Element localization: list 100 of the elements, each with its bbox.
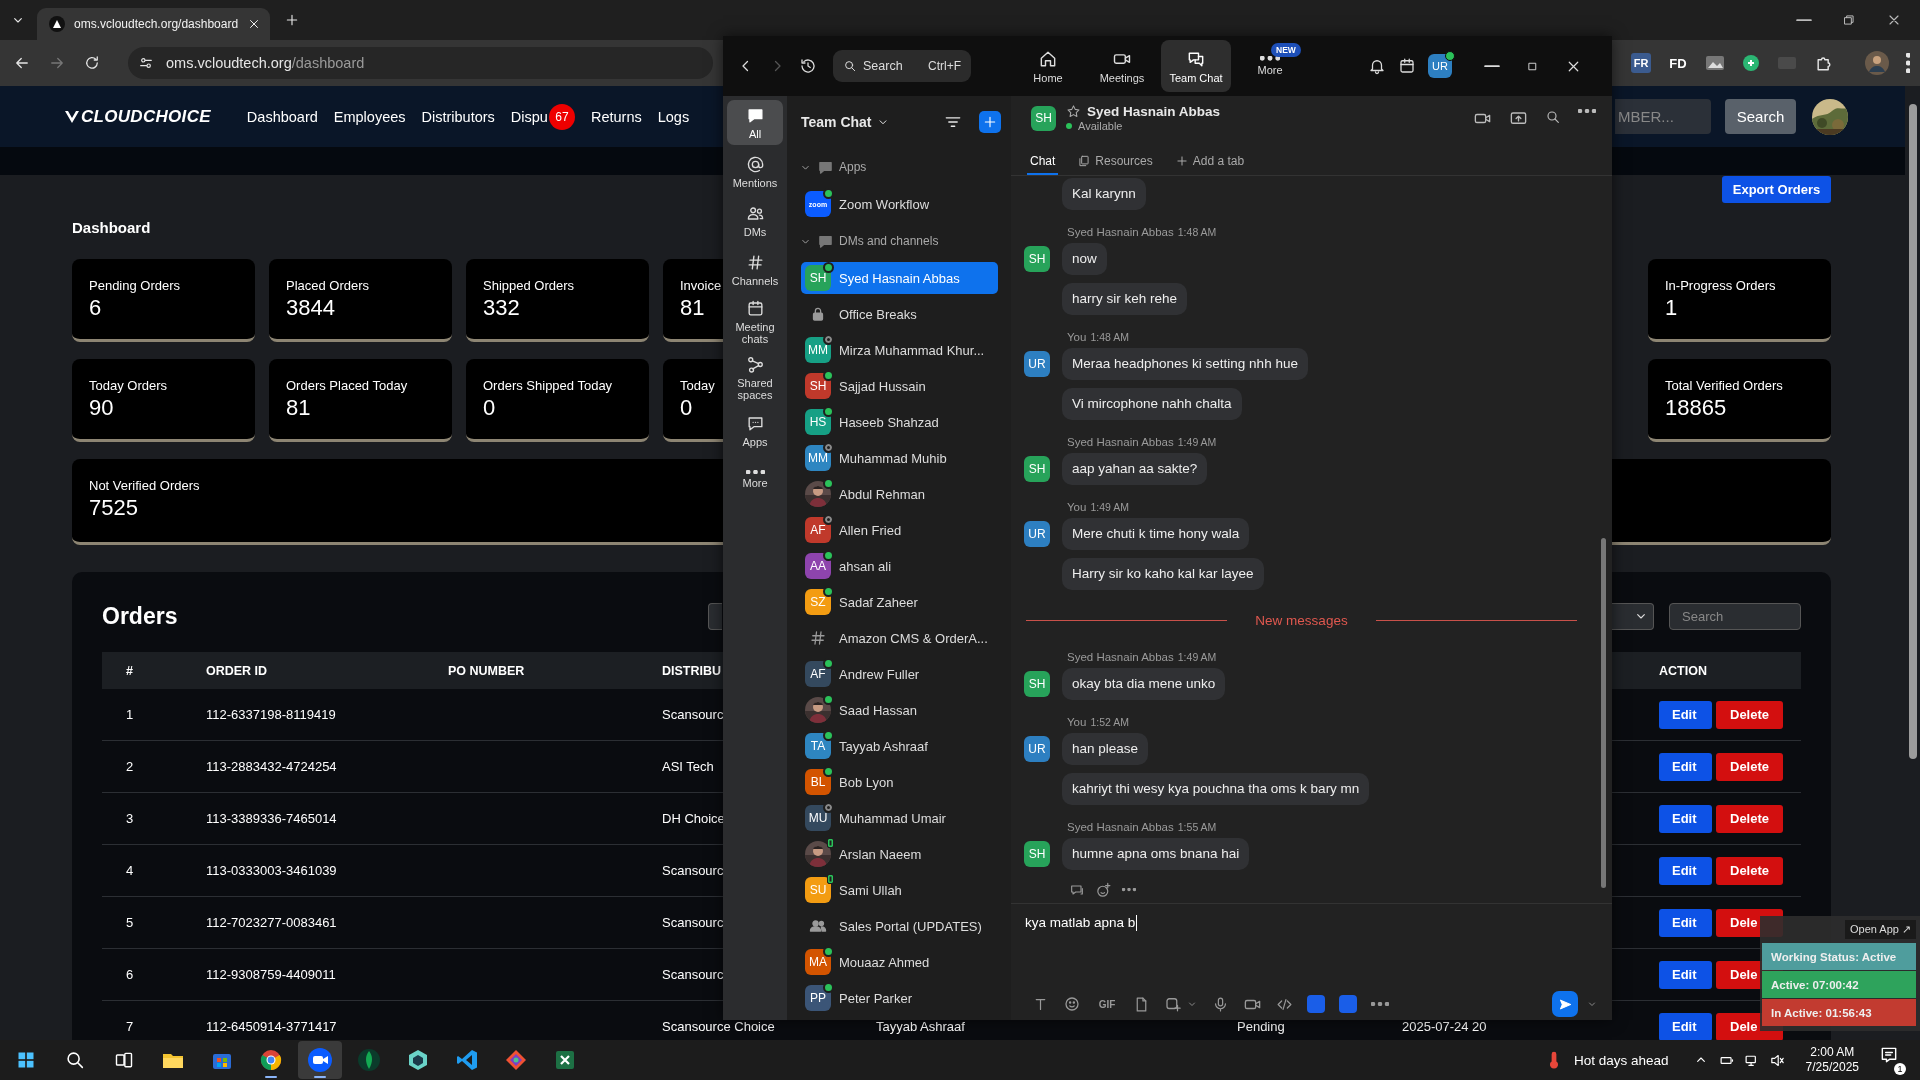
filter-dropdown[interactable] (1612, 602, 1654, 630)
restore-icon[interactable] (1842, 13, 1856, 27)
section-header[interactable]: Apps (787, 148, 1011, 186)
panel-title[interactable]: Team Chat (801, 114, 872, 130)
chat-list-item[interactable]: SH Sajjad Hussain (801, 370, 998, 402)
edit-button[interactable]: Edit (1659, 856, 1712, 885)
extension-icon[interactable] (1705, 53, 1725, 73)
chat-list-item[interactable]: Abdul Rehman (801, 478, 998, 510)
site-info-icon[interactable] (138, 55, 154, 71)
sidebar-tab[interactable]: Channels (727, 247, 783, 292)
message-field[interactable]: kya matlab apna b (1025, 914, 1598, 932)
new-chat-button[interactable] (979, 111, 1001, 133)
address-bar[interactable]: oms.vcloudtech.org/dashboard (128, 47, 713, 79)
start-icon[interactable] (16, 1050, 36, 1070)
chat-tab[interactable]: Chat (1027, 149, 1059, 175)
notifications-button[interactable]: 1 (1879, 1045, 1906, 1075)
search-button[interactable]: Search (1725, 99, 1796, 134)
delete-button[interactable]: Delete (1716, 856, 1783, 885)
delete-button[interactable]: Delete (1716, 700, 1783, 729)
extension-icon[interactable]: FD (1668, 53, 1688, 73)
reply-icon[interactable] (1069, 882, 1085, 898)
extension-icon[interactable]: FR (1631, 53, 1651, 73)
delete-button[interactable]: Delete (1716, 804, 1783, 833)
chat-list-item[interactable]: AF Andrew Fuller (801, 658, 998, 690)
search-icon[interactable] (64, 1049, 86, 1071)
chat-list-item[interactable]: Arslan Naeem (801, 838, 998, 870)
add-reaction-icon[interactable] (1095, 881, 1112, 899)
new-tab-icon[interactable] (284, 12, 300, 28)
chat-list-item[interactable]: AA ahsan ali (801, 550, 998, 582)
sidebar-tab[interactable]: All (727, 100, 783, 145)
chat-list-item[interactable]: Sales Portal (UPDATES) (801, 910, 998, 942)
edit-button[interactable]: Edit (1659, 908, 1712, 937)
more-icon[interactable] (1578, 108, 1596, 113)
edit-button[interactable]: Edit (1659, 960, 1712, 989)
chat-tab[interactable]: Resources (1074, 149, 1156, 175)
sidebar-tab[interactable]: Mentions (727, 149, 783, 194)
profile-avatar[interactable] (1865, 51, 1889, 75)
menu-icon[interactable] (1906, 53, 1911, 73)
search-icon[interactable] (1545, 108, 1561, 125)
edit-button[interactable]: Edit (1659, 804, 1712, 833)
chat-list-item[interactable]: Office Breaks (801, 298, 998, 330)
nav-link[interactable]: Dispu (510, 108, 548, 125)
nav-link[interactable]: Distributors (421, 108, 495, 125)
search-field[interactable]: Search Ctrl+F (833, 50, 971, 82)
nav-tab[interactable]: Meetings (1087, 40, 1157, 92)
nav-tab[interactable]: Team Chat (1161, 40, 1231, 92)
sidebar-tab[interactable]: More (727, 457, 783, 502)
chat-list-item[interactable]: SU Sami Ullah (801, 874, 998, 906)
sidebar-tab[interactable]: Meeting chats (727, 296, 783, 348)
section-header[interactable]: DMs and channels (787, 222, 1011, 260)
send-button[interactable] (1552, 991, 1578, 1017)
chat-list-item[interactable]: Saad Hassan (801, 694, 998, 726)
edit-button[interactable]: Edit (1659, 700, 1712, 729)
screenshot-icon[interactable] (1164, 995, 1182, 1013)
chat-list-item[interactable]: SZ Sadaf Zaheer (801, 586, 998, 618)
open-app-link[interactable]: Open App ↗ (1845, 920, 1916, 939)
reload-icon[interactable] (83, 54, 101, 72)
edit-button[interactable]: Edit (1659, 752, 1712, 781)
filter-field[interactable] (708, 602, 722, 630)
nav-link[interactable]: Employees (333, 108, 406, 125)
nav-link[interactable]: Dashboard (246, 108, 318, 125)
delete-button[interactable]: Delete (1716, 752, 1783, 781)
sidebar-tab[interactable]: Shared spaces (727, 352, 783, 404)
export-button[interactable]: Export Orders (1722, 176, 1831, 203)
search-field[interactable]: MBER... (1615, 99, 1711, 134)
chat-list-item[interactable]: PP Peter Parker (801, 982, 998, 1014)
more-icon[interactable] (1371, 1002, 1389, 1006)
calendar-icon[interactable] (1398, 57, 1416, 75)
notifications-icon[interactable] (1368, 57, 1386, 75)
search-field[interactable]: Search (1669, 602, 1801, 630)
history-icon[interactable] (799, 57, 817, 75)
chat-list-item[interactable]: BL Bob Lyon (801, 766, 998, 798)
minimize-icon[interactable] (1484, 64, 1500, 68)
minimize-icon[interactable] (1796, 18, 1812, 22)
chat-tab[interactable]: Add a tab (1171, 149, 1248, 175)
emoji-icon[interactable] (1063, 995, 1081, 1013)
task-view-icon[interactable] (114, 1050, 134, 1070)
clock[interactable]: 2:00 AM 7/25/2025 (1805, 1045, 1859, 1075)
microphone-icon[interactable] (1212, 995, 1229, 1013)
edit-button[interactable]: Edit (1659, 1012, 1712, 1041)
gif-button[interactable]: GIF (1095, 998, 1119, 1010)
nav-tab[interactable]: Home (1013, 40, 1083, 92)
browser-tab[interactable]: oms.vcloudtech.org/dashboard (37, 8, 270, 40)
chat-list-item[interactable]: HS Haseeb Shahzad (801, 406, 998, 438)
logo[interactable]: CLOUDCHOICE (64, 106, 211, 127)
chat-list-item[interactable]: MU Muhammad Umair (801, 802, 998, 834)
weather-text[interactable]: Hot days ahead (1574, 1052, 1669, 1068)
more-icon[interactable] (1122, 888, 1136, 892)
sidebar-tab[interactable]: Apps (727, 408, 783, 453)
chat-list-item[interactable]: MA Mouaaz Ahmed (801, 946, 998, 978)
chat-list-item[interactable]: AF Allen Fried (801, 514, 998, 546)
nav-link[interactable]: Logs (657, 108, 690, 125)
scrollbar[interactable] (1601, 538, 1606, 888)
video-camera-icon[interactable] (298, 1041, 342, 1079)
nav-link[interactable]: Returns (590, 108, 642, 125)
extension-icon[interactable] (1742, 54, 1760, 72)
chat-list-item[interactable]: SH Syed Hasnain Abbas (801, 262, 998, 294)
chat-list-item[interactable]: TA Tayyab Ashraaf (801, 730, 998, 762)
profile-avatar[interactable]: UR (1428, 54, 1452, 78)
chat-list-item[interactable]: MM Mirza Muhammad Khur... (801, 334, 998, 366)
